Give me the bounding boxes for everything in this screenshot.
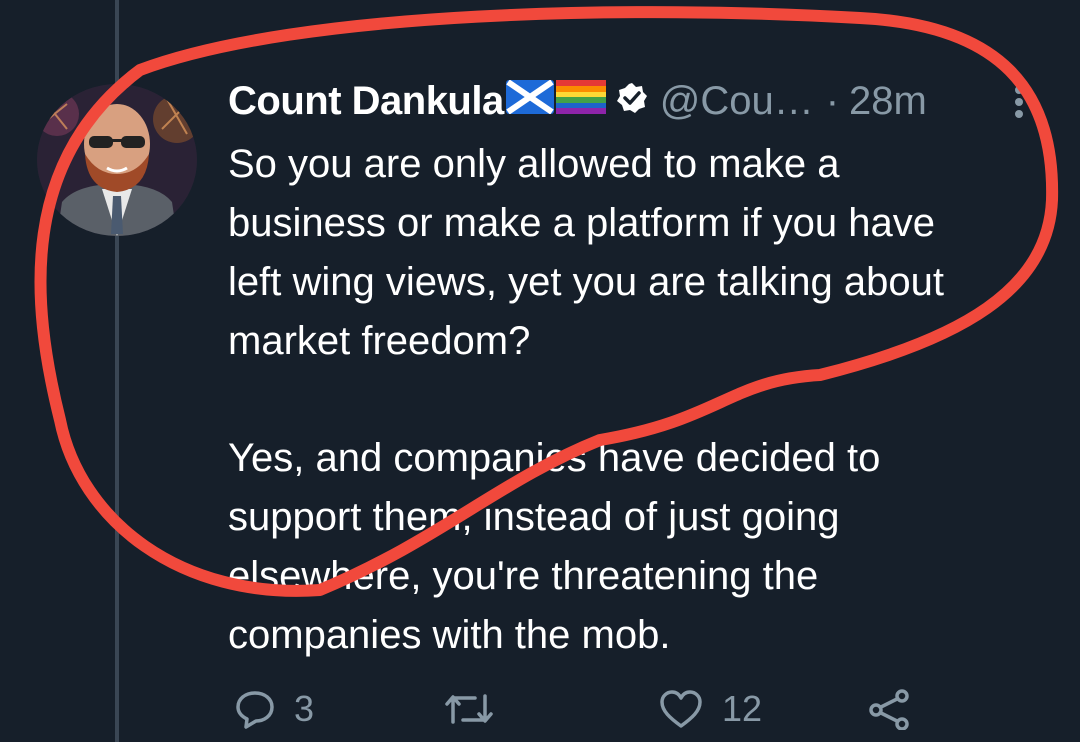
tweet-line: business or make a platform if you have — [228, 201, 936, 245]
scotland-flag-icon — [505, 79, 554, 124]
retweet-button[interactable] — [443, 688, 495, 730]
tweet-line: left wing views, yet you are talking abo… — [228, 260, 944, 304]
like-count: 12 — [722, 688, 763, 729]
retweet-icon — [445, 694, 493, 724]
heart-icon — [660, 690, 702, 728]
tweet-line: elsewhere, you're threatening the — [228, 554, 819, 598]
reply-button[interactable]: 3 — [234, 688, 314, 730]
tweet-timestamp[interactable]: 28m — [849, 79, 927, 124]
avatar-image — [37, 84, 197, 236]
share-icon — [869, 689, 909, 730]
like-button[interactable]: 12 — [658, 688, 762, 730]
author-name[interactable]: Count Dankula — [228, 79, 504, 124]
more-options-icon[interactable] — [1012, 82, 1026, 129]
tweet-line: market freedom? — [228, 319, 531, 363]
avatar[interactable] — [37, 84, 197, 236]
tweet-line: companies with the mob. — [228, 613, 671, 657]
author-handle[interactable]: @Cou… — [660, 79, 814, 124]
tweet-line: Yes, and companies have decided to — [228, 436, 881, 480]
tweet-line: So you are only allowed to make a — [228, 142, 840, 186]
separator-dot: · — [825, 78, 840, 123]
tweet-text: So you are only allowed to make a busine… — [228, 135, 944, 665]
reply-count: 3 — [294, 688, 315, 729]
share-button[interactable] — [866, 688, 914, 730]
tweet-header: Count Dankula @Cou… · 28m — [228, 76, 927, 126]
verified-badge-icon — [616, 79, 648, 124]
tweet-actions: 3 12 — [228, 688, 1080, 742]
tweet-line: support them, instead of just going — [228, 495, 840, 539]
rainbow-flag-icon — [555, 79, 606, 124]
reply-icon — [236, 691, 274, 729]
